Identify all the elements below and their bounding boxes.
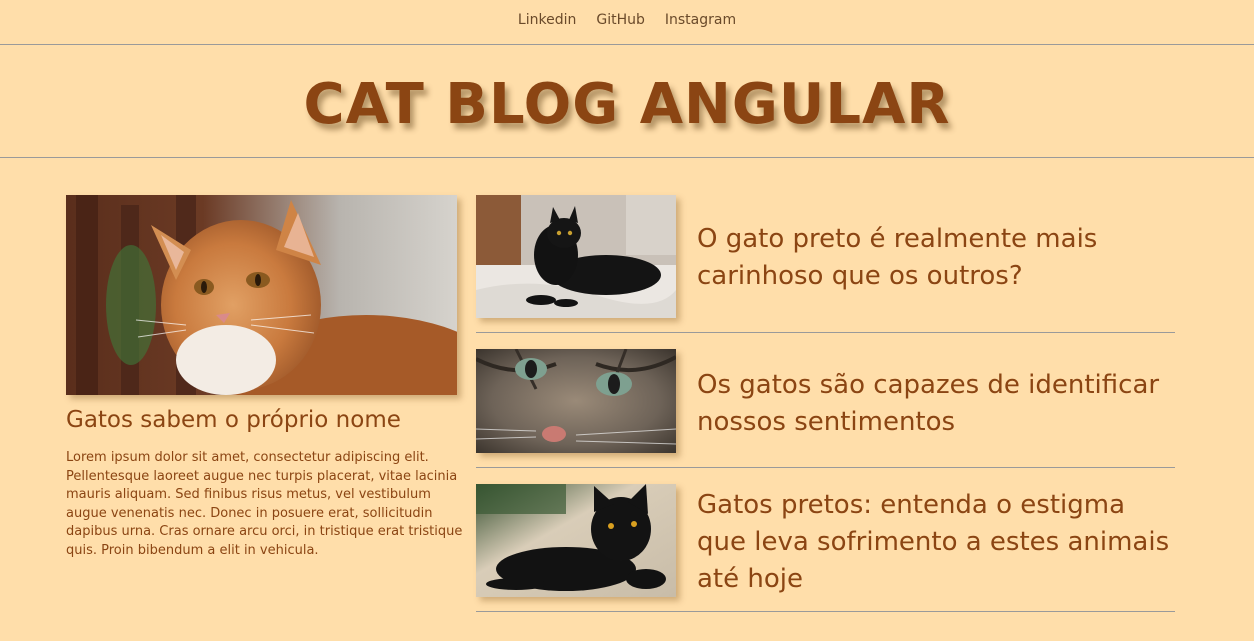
black-cat-lying-image [476, 484, 676, 597]
post-title[interactable]: O gato preto é realmente mais carinhoso … [697, 221, 1175, 295]
post-item[interactable]: Os gatos são capazes de identificar noss… [476, 349, 1175, 468]
post-thumbnail[interactable] [476, 484, 676, 597]
black-cat-bed-image [476, 195, 676, 318]
grey-tabby-image [476, 349, 676, 453]
post-item[interactable]: Gatos pretos: entenda o estigma que leva… [476, 484, 1175, 612]
featured-post-image[interactable] [66, 195, 457, 395]
top-nav: Linkedin GitHub Instagram [0, 0, 1254, 45]
post-thumbnail[interactable] [476, 195, 676, 318]
nav-link-github[interactable]: GitHub [586, 12, 655, 28]
featured-post-title[interactable]: Gatos sabem o próprio nome [66, 405, 462, 435]
post-item[interactable]: O gato preto é realmente mais carinhoso … [476, 195, 1175, 333]
post-title[interactable]: Gatos pretos: entenda o estigma que leva… [697, 487, 1175, 598]
nav-link-instagram[interactable]: Instagram [655, 12, 746, 28]
featured-post-excerpt: Lorem ipsum dolor sit amet, consectetur … [66, 450, 463, 558]
post-thumbnail[interactable] [476, 349, 676, 453]
nav-link-linkedin[interactable]: Linkedin [508, 12, 586, 28]
site-header: CAT BLOG ANGULAR [0, 46, 1254, 158]
post-title[interactable]: Os gatos são capazes de identificar noss… [697, 367, 1175, 441]
orange-cat-image [66, 195, 457, 395]
site-title: CAT BLOG ANGULAR [303, 72, 951, 137]
featured-post: Gatos sabem o próprio nome Lorem ipsum d… [66, 195, 462, 561]
